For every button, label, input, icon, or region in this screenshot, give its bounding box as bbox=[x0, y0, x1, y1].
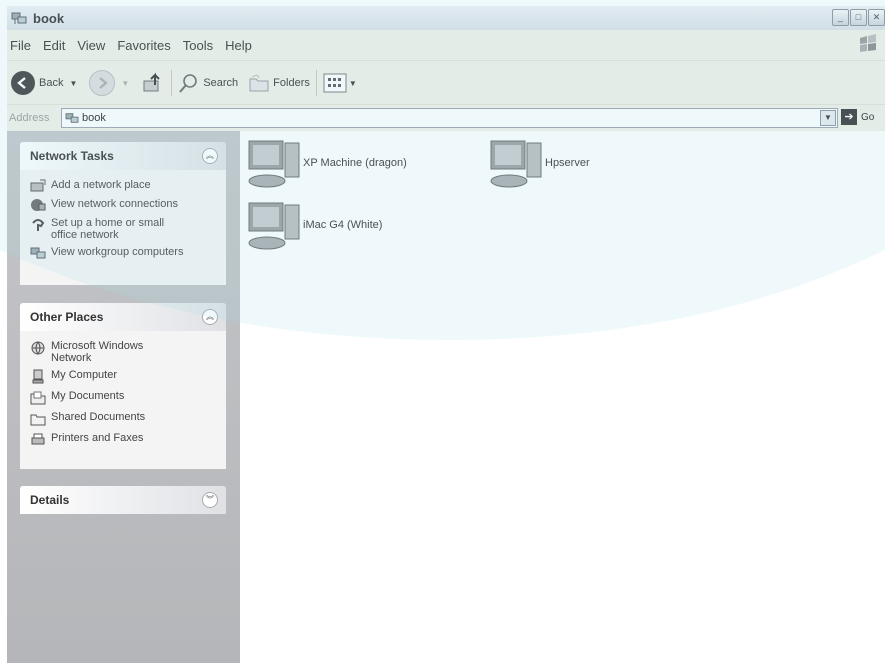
place-my-computer[interactable]: My Computer bbox=[30, 369, 220, 385]
address-value: book bbox=[82, 112, 106, 124]
title-bar[interactable]: book _ □ ✕ bbox=[7, 6, 885, 30]
address-bar: Address book ▼ ➔ Go bbox=[7, 104, 885, 131]
other-places-header[interactable]: Other Places ︽ bbox=[20, 303, 226, 331]
toolbar: Back ▼ ▼ Search Folders ▼ bbox=[7, 60, 885, 105]
task-view-workgroup-computers[interactable]: View workgroup computers bbox=[30, 246, 220, 260]
task-add-network-place[interactable]: Add a network place bbox=[30, 179, 220, 193]
computer-label: XP Machine (dragon) bbox=[303, 157, 407, 169]
network-connections-icon bbox=[31, 199, 46, 211]
explorer-window: book _ □ ✕ File Edit View Favorites Tool… bbox=[7, 6, 885, 663]
views-button[interactable]: ▼ bbox=[323, 72, 357, 94]
minimize-button[interactable]: _ bbox=[832, 9, 849, 26]
task-setup-home-network[interactable]: Set up a home or small office network bbox=[30, 217, 220, 241]
shared-documents-icon bbox=[30, 414, 46, 426]
other-places-panel: Other Places ︽ Microsoft Windows Network… bbox=[20, 303, 226, 469]
other-places-title: Other Places bbox=[30, 310, 104, 324]
back-dropdown-icon[interactable]: ▼ bbox=[69, 79, 77, 88]
windows-logo-icon bbox=[860, 34, 876, 52]
views-icon bbox=[323, 73, 347, 93]
window-controls: _ □ ✕ bbox=[832, 9, 885, 26]
back-label: Back bbox=[39, 77, 64, 89]
place-printers-and-faxes[interactable]: Printers and Faxes bbox=[30, 432, 220, 448]
menu-bar: File Edit View Favorites Tools Help bbox=[7, 30, 885, 60]
task-pane: Network Tasks ︽ Add a network place View… bbox=[7, 131, 240, 663]
computer-label: Hpserver bbox=[545, 157, 590, 169]
close-button[interactable]: ✕ bbox=[868, 9, 885, 26]
up-folder-icon bbox=[143, 72, 161, 92]
up-button[interactable] bbox=[141, 71, 165, 95]
add-network-place-icon bbox=[30, 179, 46, 192]
collapse-icon[interactable]: ︽ bbox=[202, 148, 218, 164]
search-button[interactable]: Search bbox=[178, 72, 238, 94]
menu-help[interactable]: Help bbox=[225, 38, 252, 53]
address-label: Address bbox=[9, 112, 50, 124]
back-arrow-icon bbox=[11, 71, 35, 95]
toolbar-separator bbox=[315, 70, 317, 96]
go-label: Go bbox=[861, 111, 875, 123]
folders-icon bbox=[249, 74, 269, 92]
expand-icon[interactable]: ︾ bbox=[202, 492, 218, 508]
menu-edit[interactable]: Edit bbox=[43, 38, 65, 53]
forward-dropdown-icon[interactable]: ▼ bbox=[121, 79, 129, 88]
menu-file[interactable]: File bbox=[10, 38, 31, 53]
file-view: XP Machine (dragon) Hpserver iMac G4 (Wh… bbox=[241, 131, 885, 663]
back-button[interactable]: Back ▼ bbox=[11, 71, 77, 95]
computer-icon bbox=[248, 140, 300, 188]
folders-button[interactable]: Folders bbox=[248, 73, 310, 93]
maximize-button[interactable]: □ bbox=[850, 9, 867, 26]
details-title: Details bbox=[30, 493, 70, 507]
details-header[interactable]: Details ︾ bbox=[20, 486, 226, 514]
my-computer-icon bbox=[32, 369, 44, 384]
workgroup-computers-icon bbox=[30, 247, 46, 259]
place-my-documents[interactable]: My Documents bbox=[30, 390, 220, 406]
place-microsoft-windows-network[interactable]: Microsoft Windows Network bbox=[30, 340, 220, 364]
toolbar-separator bbox=[171, 70, 173, 96]
network-folder-icon bbox=[11, 12, 27, 24]
window-title: book bbox=[33, 10, 65, 26]
forward-arrow-icon bbox=[89, 70, 116, 96]
task-view-network-connections[interactable]: View network connections bbox=[30, 198, 220, 212]
computer-item[interactable]: iMac G4 (White) bbox=[245, 199, 382, 251]
home-network-icon bbox=[32, 219, 45, 231]
go-button[interactable]: ➔ Go bbox=[841, 109, 874, 125]
forward-button[interactable]: ▼ bbox=[89, 70, 129, 96]
computer-icon bbox=[490, 140, 542, 188]
address-field[interactable]: book ▼ bbox=[61, 108, 838, 128]
folders-label: Folders bbox=[273, 77, 310, 89]
place-shared-documents[interactable]: Shared Documents bbox=[30, 411, 220, 427]
network-tasks-panel: Network Tasks ︽ Add a network place View… bbox=[20, 142, 226, 285]
computer-icon bbox=[248, 202, 300, 250]
printers-faxes-icon bbox=[31, 433, 45, 445]
search-icon bbox=[179, 74, 198, 93]
go-arrow-icon: ➔ bbox=[841, 109, 857, 125]
menu-favorites[interactable]: Favorites bbox=[117, 38, 170, 53]
computer-item[interactable]: Hpserver bbox=[487, 137, 590, 189]
computer-label: iMac G4 (White) bbox=[303, 219, 383, 231]
computer-item[interactable]: XP Machine (dragon) bbox=[245, 137, 407, 189]
network-tasks-header[interactable]: Network Tasks ︽ bbox=[20, 142, 226, 170]
search-label: Search bbox=[203, 77, 239, 89]
details-panel: Details ︾ bbox=[20, 486, 226, 514]
windows-network-icon bbox=[31, 341, 45, 355]
menu-tools[interactable]: Tools bbox=[183, 38, 213, 53]
views-dropdown-icon: ▼ bbox=[348, 78, 357, 88]
menu-view[interactable]: View bbox=[77, 38, 105, 53]
network-tasks-title: Network Tasks bbox=[30, 149, 114, 163]
collapse-icon[interactable]: ︽ bbox=[202, 309, 218, 325]
address-dropdown-icon[interactable]: ▼ bbox=[820, 110, 836, 126]
network-folder-icon bbox=[65, 113, 79, 123]
my-documents-icon bbox=[30, 391, 46, 405]
